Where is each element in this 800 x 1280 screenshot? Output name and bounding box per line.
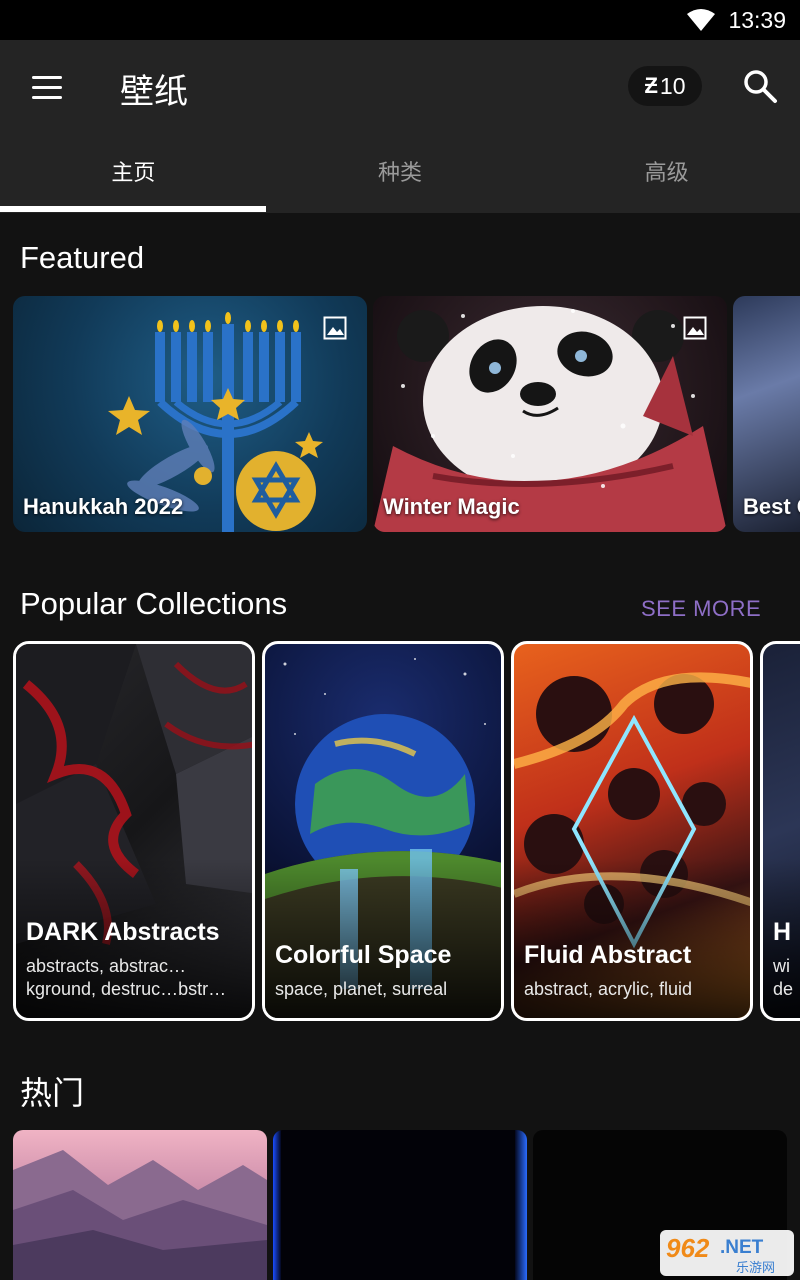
status-time: 13:39	[728, 7, 786, 33]
image-icon	[683, 316, 707, 340]
svg-text:962: 962	[666, 1233, 710, 1263]
collection-card-fluid-abstract[interactable]: Fluid Abstract abstract, acrylic, fluid	[511, 641, 753, 1021]
collection-tags: wi	[773, 956, 790, 976]
collection-card-partial[interactable]: H wi de	[760, 641, 800, 1021]
app-bar: 壁纸 Ƶ 10 主页 种类 高级	[0, 40, 800, 213]
featured-card-label: Hanukkah 2022	[23, 494, 184, 519]
tab-premium[interactable]: 高级	[533, 148, 800, 213]
tab-indicator	[0, 206, 266, 212]
featured-card-hanukkah[interactable]: Hanukkah 2022	[13, 296, 367, 532]
coin-count: 10	[659, 72, 686, 99]
featured-card-best[interactable]: Best C	[733, 296, 800, 532]
collection-tags: kground, destruc…bstr…	[26, 979, 227, 999]
collection-title: DARK Abstracts	[26, 918, 220, 946]
collection-title: Colorful Space	[275, 941, 452, 969]
hot-wallpaper-tile[interactable]	[13, 1130, 267, 1280]
svg-text:.NET: .NET	[720, 1237, 764, 1258]
mountain-art	[13, 1150, 267, 1280]
featured-card-winter-magic[interactable]: Winter Magic	[373, 296, 727, 532]
featured-card-label: Best C	[743, 494, 800, 519]
collection-title: Fluid Abstract	[524, 941, 692, 969]
status-bar: 13:39	[0, 0, 800, 40]
tab-bar: 主页 种类 高级	[0, 148, 800, 213]
search-icon[interactable]	[742, 68, 778, 104]
app-title: 壁纸	[120, 72, 188, 112]
collection-tags: abstracts, abstrac…	[26, 956, 187, 976]
tab-home[interactable]: 主页	[0, 148, 267, 213]
watermark-logo: 962 .NET 乐游网	[660, 1230, 794, 1276]
collection-tags: abstract, acrylic, fluid	[524, 979, 693, 999]
coin-icon: Ƶ	[644, 73, 658, 98]
hot-title: 热门	[20, 1074, 85, 1112]
tab-categories[interactable]: 种类	[267, 148, 534, 213]
collections-title: Popular Collections	[20, 586, 288, 621]
collection-card-dark-abstracts[interactable]: DARK Abstracts abstracts, abstrac… kgrou…	[13, 641, 255, 1021]
see-more-link[interactable]: SEE MORE	[641, 596, 761, 622]
featured-title: Featured	[20, 240, 145, 275]
wifi-icon	[687, 9, 715, 31]
menu-icon[interactable]	[28, 72, 66, 104]
svg-text:乐游网: 乐游网	[736, 1261, 775, 1276]
collection-card-colorful-space[interactable]: Colorful Space space, planet, surreal	[262, 641, 504, 1021]
collection-tags: de	[773, 979, 794, 999]
coin-balance-button[interactable]: Ƶ 10	[628, 66, 702, 106]
collection-title: H	[773, 918, 792, 946]
image-icon	[323, 316, 347, 340]
featured-card-label: Winter Magic	[383, 494, 520, 519]
collection-tags: space, planet, surreal	[275, 979, 448, 999]
hot-wallpaper-tile[interactable]	[273, 1130, 527, 1280]
